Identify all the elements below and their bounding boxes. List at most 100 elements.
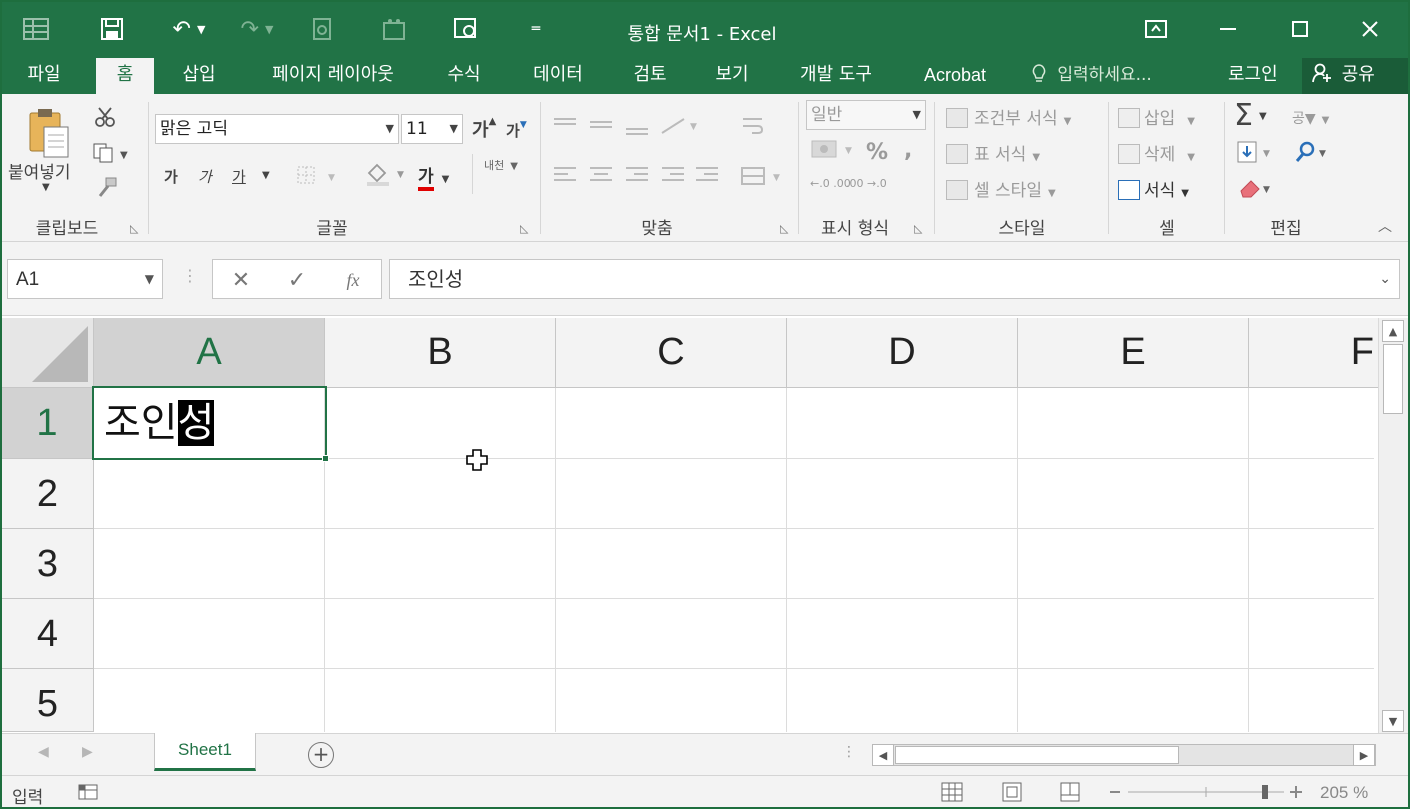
sheet-prev-icon[interactable]: ◀ — [38, 744, 49, 760]
zoom-level[interactable]: 205 % — [1320, 783, 1368, 803]
format-cells-button[interactable]: 서식 ▼ — [1118, 176, 1189, 201]
insert-cells-button[interactable]: 삽입 ▼ — [1118, 104, 1195, 129]
close-icon[interactable] — [1350, 12, 1390, 46]
shrink-font-button[interactable]: 가▼ — [506, 120, 527, 141]
expand-formula-bar-icon[interactable]: ⌄ — [1379, 260, 1391, 298]
column-header-f[interactable]: F — [1249, 318, 1378, 388]
border-icon[interactable]: ▼ — [292, 162, 342, 188]
macro-record-icon[interactable] — [76, 781, 100, 803]
paste-dropdown-icon[interactable]: ▼ — [42, 182, 50, 193]
vertical-scroll-thumb[interactable] — [1383, 344, 1403, 414]
cell-styles-button[interactable]: 셀 스타일 ▼ — [946, 176, 1056, 201]
fill-icon[interactable]: ▼ — [1234, 138, 1276, 166]
tab-formulas[interactable]: 수식 — [436, 58, 492, 94]
underline-dropdown-icon[interactable]: ▼ — [262, 170, 270, 181]
tab-acrobat[interactable]: Acrobat — [914, 58, 996, 94]
find-select-icon[interactable]: ▼ — [1290, 138, 1332, 166]
column-header-c[interactable]: C — [556, 318, 787, 388]
clear-icon[interactable]: ▼ — [1234, 174, 1276, 202]
comma-button[interactable]: , — [904, 138, 912, 163]
copy-icon[interactable]: ▼ — [90, 140, 134, 166]
decrease-decimal-button[interactable]: .00 →.0 — [846, 178, 887, 189]
paste-icon[interactable] — [22, 104, 76, 160]
font-launcher-icon[interactable]: ◺ — [520, 222, 528, 235]
drag-handle-icon[interactable]: ⋮ — [182, 266, 198, 285]
tab-review[interactable]: 검토 — [622, 58, 678, 94]
row-header-3[interactable]: 3 — [2, 529, 94, 599]
form-icon[interactable] — [376, 12, 412, 46]
column-header-b[interactable]: B — [325, 318, 556, 388]
row-header-5[interactable]: 5 — [2, 669, 94, 732]
select-all-button[interactable] — [2, 318, 94, 388]
tab-file[interactable]: 파일 — [16, 58, 72, 94]
login-link[interactable]: 로그인 — [1228, 58, 1278, 94]
name-box[interactable]: A1 ▼ — [7, 259, 163, 299]
tab-developer[interactable]: 개발 도구 — [790, 58, 882, 94]
font-size-select[interactable]: 11 ▼ — [401, 114, 463, 144]
conditional-format-button[interactable]: 조건부 서식 ▼ — [946, 104, 1071, 129]
page-layout-view-icon[interactable] — [1000, 781, 1024, 803]
column-header-e[interactable]: E — [1018, 318, 1249, 388]
customize-icon[interactable]: ═ — [524, 12, 548, 46]
cancel-entry-button[interactable]: ✕ — [221, 264, 261, 296]
tab-insert[interactable]: 삽입 — [170, 58, 228, 94]
vertical-scrollbar[interactable]: ▲ ▼ — [1378, 318, 1408, 734]
font-color-button[interactable]: 가 ▼ — [418, 162, 449, 191]
scroll-left-icon[interactable]: ◀ — [872, 744, 894, 766]
accounting-format-icon[interactable]: ▼ — [808, 136, 858, 164]
tab-page-layout[interactable]: 페이지 레이아웃 — [258, 58, 408, 94]
undo-icon[interactable]: ↶ ▼ — [162, 12, 216, 46]
row-header-1[interactable]: 1 — [2, 388, 94, 459]
fill-handle[interactable] — [322, 455, 329, 462]
ribbon-display-icon[interactable] — [1136, 12, 1176, 46]
maximize-icon[interactable] — [1280, 12, 1320, 46]
scroll-up-icon[interactable]: ▲ — [1382, 320, 1404, 342]
format-painter-icon[interactable] — [92, 174, 120, 200]
redo-icon[interactable]: ↷ ▼ — [230, 12, 284, 46]
page-break-view-icon[interactable] — [1058, 781, 1082, 803]
insert-function-button[interactable]: fx — [333, 264, 373, 296]
percent-button[interactable]: % — [866, 140, 888, 165]
sheet-next-icon[interactable]: ▶ — [82, 744, 93, 760]
autosum-button[interactable]: Σ ▼ — [1234, 98, 1267, 133]
normal-view-icon[interactable] — [940, 781, 964, 803]
horizontal-scroll-thumb[interactable] — [895, 746, 1179, 764]
wrap-text-icon[interactable] — [738, 112, 768, 140]
delete-cells-button[interactable]: 삭제 ▼ — [1118, 140, 1195, 165]
touch-mode-icon[interactable] — [448, 12, 484, 46]
print-preview-icon[interactable] — [304, 12, 340, 46]
paste-label[interactable]: 붙여넣기 — [8, 158, 71, 183]
underline-button[interactable]: 가 — [232, 166, 246, 187]
cut-icon[interactable] — [92, 104, 118, 130]
share-button[interactable]: 공유 — [1302, 58, 1408, 94]
tab-view[interactable]: 보기 — [704, 58, 760, 94]
format-as-table-button[interactable]: 표 서식 ▼ — [946, 140, 1040, 165]
tell-me-box[interactable]: 입력하세요... — [1032, 58, 1152, 94]
enter-entry-button[interactable]: ✓ — [277, 264, 317, 296]
number-format-select[interactable]: 일반 ▼ — [806, 100, 926, 130]
scroll-right-icon[interactable]: ▶ — [1353, 744, 1375, 766]
font-name-select[interactable]: 맑은 고딕 ▼ — [155, 114, 399, 144]
merge-center-icon[interactable]: ▼ — [738, 162, 788, 190]
alignment-launcher-icon[interactable]: ◺ — [780, 222, 788, 235]
row-header-2[interactable]: 2 — [2, 459, 94, 529]
fill-color-icon[interactable]: ▼ — [362, 160, 410, 188]
italic-button[interactable]: 가 — [198, 166, 212, 187]
bold-button[interactable]: 가 — [164, 166, 178, 187]
tab-home[interactable]: 홈 — [96, 58, 154, 94]
vertical-align-icons[interactable]: ▼ — [550, 112, 720, 140]
collapse-ribbon-icon[interactable]: ︿ — [1378, 216, 1392, 236]
clipboard-launcher-icon[interactable]: ◺ — [130, 222, 138, 235]
column-header-d[interactable]: D — [787, 318, 1018, 388]
number-launcher-icon[interactable]: ◺ — [914, 222, 922, 235]
phonetic-button[interactable]: 내천 ▼ — [484, 160, 518, 173]
save-icon[interactable] — [92, 12, 132, 46]
hscroll-split-icon[interactable]: ⋮ — [842, 744, 856, 760]
horizontal-align-icons[interactable] — [550, 162, 722, 190]
scroll-down-icon[interactable]: ▼ — [1382, 710, 1404, 732]
grow-font-button[interactable]: 가▲ — [472, 116, 496, 142]
column-header-a[interactable]: A — [94, 318, 325, 388]
sort-filter-button[interactable]: 공▼ ▼ — [1292, 108, 1329, 128]
horizontal-scrollbar[interactable]: ◀ ▶ — [872, 744, 1376, 766]
active-cell-a1[interactable]: 조인성 — [92, 386, 327, 460]
